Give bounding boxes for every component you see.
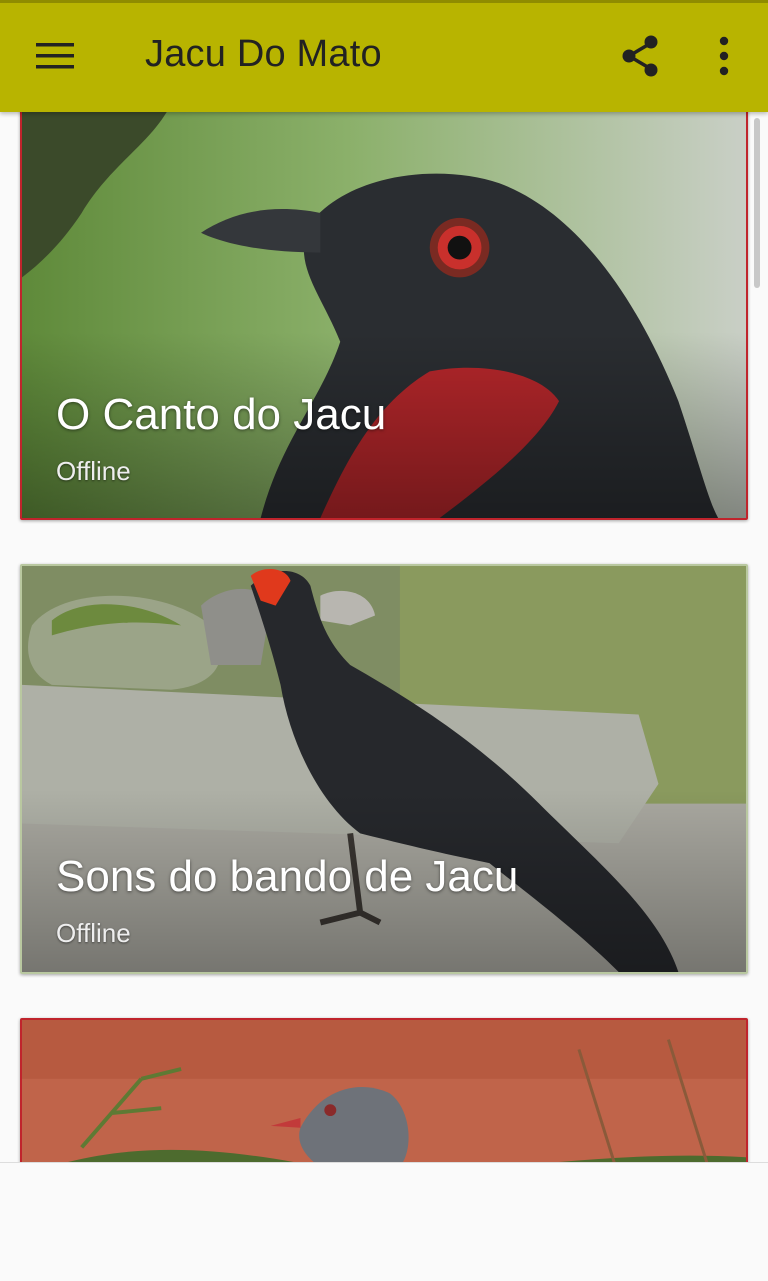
more-options-button[interactable]	[696, 28, 752, 84]
card-title: O Canto do Jacu	[56, 390, 387, 439]
app-title: Jacu Do Mato	[145, 33, 382, 75]
card-subtitle: Offline	[56, 456, 131, 486]
sound-card[interactable]: O Canto do Jacu Offline	[20, 112, 748, 520]
scrollbar[interactable]	[754, 118, 760, 288]
menu-button[interactable]	[28, 28, 84, 84]
card-title: Sons do bando de Jacu	[56, 852, 519, 901]
bottom-area	[0, 1162, 768, 1281]
share-icon	[622, 35, 658, 77]
share-button[interactable]	[612, 28, 668, 84]
bird-flock-image	[22, 566, 746, 972]
hamburger-menu-icon	[36, 43, 74, 69]
bird-ground-image	[22, 1020, 746, 1162]
card-subtitle: Offline	[56, 918, 131, 948]
more-vert-icon	[719, 36, 729, 76]
status-strip	[0, 0, 768, 3]
app-bar: Jacu Do Mato	[0, 0, 768, 112]
sound-list[interactable]: O Canto do Jacu Offline Sons do bando de…	[0, 112, 768, 1162]
sound-card[interactable]: Sons do bando de Jacu Offline	[20, 564, 748, 974]
sound-card[interactable]	[20, 1018, 748, 1162]
